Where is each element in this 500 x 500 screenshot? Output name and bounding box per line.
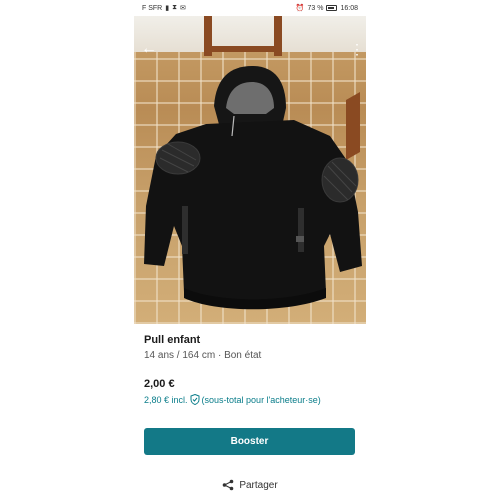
share-button[interactable]: Partager bbox=[134, 477, 366, 493]
shield-check-icon bbox=[190, 394, 200, 405]
battery-percent: 73 % bbox=[307, 4, 324, 12]
price-incl: 2,80 € incl. bbox=[144, 394, 188, 405]
item-details: Pull enfant 14 ans / 164 cm · Bon état 2… bbox=[144, 334, 356, 405]
battery-icon bbox=[326, 5, 338, 11]
hourglass-icon: ⧗ bbox=[172, 4, 178, 11]
item-title: Pull enfant bbox=[144, 334, 201, 346]
alarm-icon: ⏰ bbox=[295, 5, 305, 12]
item-size: 14 ans / 164 cm bbox=[144, 350, 216, 361]
mail-icon: ✉ bbox=[180, 5, 186, 12]
buyer-protection-row[interactable]: 2,80 € incl. (sous-total pour l'acheteur… bbox=[144, 394, 356, 405]
item-screen: F SFR ▮ ⧗ ✉ ⏰ 73 % 16:08 ← ⋮ Pull enfant… bbox=[134, 0, 366, 500]
share-icon bbox=[223, 479, 234, 491]
protection-note: (sous-total pour l'acheteur·se) bbox=[201, 394, 321, 405]
hoodie-image bbox=[144, 66, 362, 310]
item-price: 2,00 € bbox=[144, 378, 175, 390]
item-photo[interactable]: ← ⋮ bbox=[134, 16, 366, 324]
signal-icon: ▮ bbox=[165, 5, 170, 12]
back-arrow-icon[interactable]: ← bbox=[140, 40, 158, 58]
share-label: Partager bbox=[239, 479, 278, 491]
booster-button[interactable]: Booster bbox=[144, 428, 355, 455]
more-vertical-icon[interactable]: ⋮ bbox=[350, 40, 364, 58]
item-condition: Bon état bbox=[224, 350, 262, 361]
clock-time: 16:08 bbox=[340, 4, 358, 12]
item-subtitle: 14 ans / 164 cm · Bon état bbox=[144, 350, 356, 361]
carrier-label: F SFR bbox=[142, 4, 163, 12]
status-bar: F SFR ▮ ⧗ ✉ ⏰ 73 % 16:08 bbox=[134, 0, 366, 16]
subtitle-separator: · bbox=[217, 350, 222, 361]
